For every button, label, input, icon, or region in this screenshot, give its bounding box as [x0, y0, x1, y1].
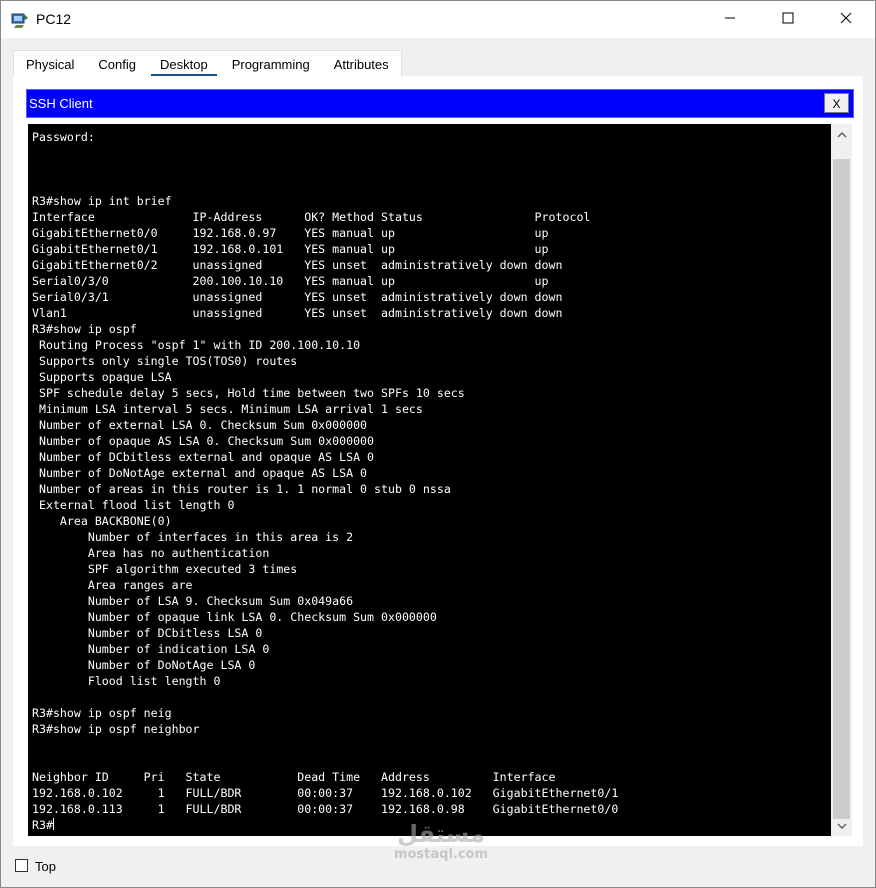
terminal-line: GigabitEthernet0/1 192.168.0.101 YES man… [32, 242, 549, 256]
terminal-line: SPF schedule delay 5 secs, Hold time bet… [32, 386, 465, 400]
terminal-line: R3#show ip ospf [32, 322, 137, 336]
top-checkbox[interactable] [15, 859, 28, 872]
app-window: PC12 Physical Config Desktop Programming… [0, 0, 876, 888]
terminal-line: Number of DCbitless LSA 0 [32, 626, 263, 640]
terminal-line: Number of DCbitless external and opaque … [32, 450, 375, 464]
terminal-line: Flood list length 0 [32, 674, 221, 688]
terminal-line: Password: [32, 130, 95, 144]
terminal-line: Number of DoNotAge external and opaque A… [32, 466, 368, 480]
maximize-button[interactable] [759, 1, 817, 38]
scroll-up-button[interactable] [831, 124, 852, 145]
ssh-terminal[interactable]: Password: R3#show ip int brief Interface I… [28, 124, 831, 836]
terminal-line: Neighbor ID Pri State Dead Time Address … [32, 770, 556, 784]
terminal-line: Number of areas in this router is 1. 1 n… [32, 482, 451, 496]
ssh-close-button[interactable]: X [824, 93, 849, 113]
terminal-line: Routing Process "ospf 1" with ID 200.100… [32, 338, 361, 352]
packet-tracer-pc-icon [10, 10, 30, 30]
terminal-line: Number of opaque link LSA 0. Checksum Su… [32, 610, 437, 624]
top-checkbox-label: Top [35, 859, 56, 874]
watermark-latin: mostaql.com [393, 847, 489, 862]
terminal-line: 192.168.0.113 1 FULL/BDR 00:00:37 192.16… [32, 802, 619, 816]
terminal-line: R3#show ip ospf neighbor [32, 722, 200, 736]
terminal-line: Serial0/3/1 unassigned YES unset adminis… [32, 290, 563, 304]
mostaql-watermark: مستقل mostaql.com [386, 821, 496, 871]
terminal-line: Number of external LSA 0. Checksum Sum 0… [32, 418, 368, 432]
maximize-icon [782, 11, 794, 29]
minimize-button[interactable] [701, 1, 759, 38]
terminal-line: Supports only single TOS(TOS0) routes [32, 354, 298, 368]
terminal-scrollbar[interactable] [831, 124, 852, 836]
terminal-line: Number of interfaces in this area is 2 [32, 530, 354, 544]
close-icon [840, 11, 852, 29]
title-bar[interactable]: PC12 [1, 1, 875, 38]
terminal-line: SPF algorithm executed 3 times [32, 562, 298, 576]
terminal-line: GigabitEthernet0/0 192.168.0.97 YES manu… [32, 226, 549, 240]
terminal-line: 192.168.0.102 1 FULL/BDR 00:00:37 192.16… [32, 786, 619, 800]
tab-attributes[interactable]: Attributes [322, 51, 401, 77]
terminal-line: Minimum LSA interval 5 secs. Minimum LSA… [32, 402, 423, 416]
terminal-line: Serial0/3/0 200.100.10.10 YES manual up … [32, 274, 549, 288]
scroll-down-button[interactable] [831, 815, 852, 836]
terminal-line: Area BACKBONE(0) [32, 514, 172, 528]
tab-strip: Physical Config Desktop Programming Attr… [13, 50, 402, 77]
close-button[interactable] [817, 1, 875, 38]
tab-programming[interactable]: Programming [220, 51, 322, 77]
chevron-down-icon [836, 817, 847, 835]
ssh-client-header: SSH Client X [26, 89, 854, 118]
terminal-line: Supports opaque LSA [32, 370, 172, 384]
terminal-line: R3#show ip ospf neig [32, 706, 172, 720]
terminal-line: R3#show ip int brief [32, 194, 172, 208]
terminal-line: Area has no authentication [32, 546, 270, 560]
terminal-line: Vlan1 unassigned YES unset administrativ… [32, 306, 563, 320]
terminal-line: Interface IP-Address OK? Method Status P… [32, 210, 591, 224]
terminal-cursor [52, 818, 54, 830]
terminal-line: Number of indication LSA 0 [32, 642, 270, 656]
terminal-line: GigabitEthernet0/2 unassigned YES unset … [32, 258, 563, 272]
terminal-line: Number of DoNotAge LSA 0 [32, 658, 256, 672]
terminal-line: R3# [32, 818, 54, 832]
tab-desktop[interactable]: Desktop [148, 51, 220, 77]
terminal-line: Number of LSA 9. Checksum Sum 0x049a66 [32, 594, 354, 608]
tab-physical[interactable]: Physical [14, 51, 86, 77]
watermark-arabic: مستقل [397, 820, 485, 848]
terminal-output: Password: R3#show ip int brief Interface I… [32, 129, 618, 833]
terminal-line: Area ranges are [32, 578, 193, 592]
window-title: PC12 [36, 11, 72, 27]
scroll-thumb[interactable] [833, 159, 850, 819]
minimize-icon [724, 11, 736, 29]
chevron-up-icon [836, 126, 847, 144]
ssh-client-title: SSH Client [29, 96, 93, 111]
terminal-line: Number of opaque AS LSA 0. Checksum Sum … [32, 434, 375, 448]
terminal-line: External flood list length 0 [32, 498, 235, 512]
tab-config[interactable]: Config [86, 51, 148, 77]
